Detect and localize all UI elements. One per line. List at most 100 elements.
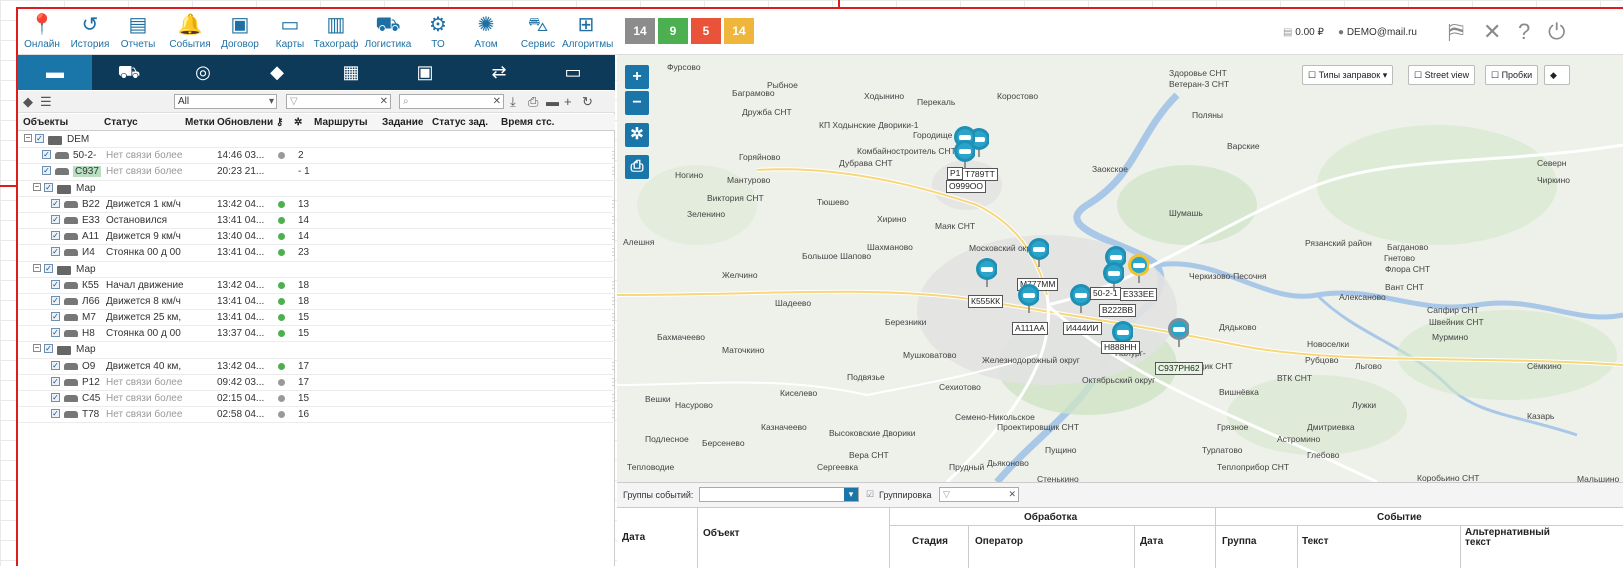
vehicle-plate-label[interactable]: И444ИИ: [1063, 322, 1102, 335]
col-marks[interactable]: Метки: [185, 117, 215, 128]
table-row[interactable]: ✓ C937 Нет связи более 20:23 21... - 1 ⋮: [18, 164, 618, 181]
nav-report[interactable]: ▤ Отчеты: [114, 11, 162, 53]
checkbox[interactable]: ✓: [51, 376, 60, 386]
collapse-icon[interactable]: −: [33, 182, 41, 191]
status-counter[interactable]: 5: [691, 18, 721, 44]
tab-device-icon[interactable]: ▣: [388, 55, 462, 90]
table-row[interactable]: ✓ И4 Стоянка 00 д 00 13:41 04... 23 ⋮: [18, 245, 618, 262]
checkbox[interactable]: ✓: [51, 312, 60, 322]
refresh-icon[interactable]: ↻: [582, 94, 593, 110]
col-task[interactable]: Задание: [382, 117, 423, 128]
table-row[interactable]: ✓ М7 Движется 25 км, 13:41 04... 15 ⋮: [18, 310, 618, 327]
vehicle-marker-icon[interactable]: [1167, 317, 1189, 347]
zoom-out-button[interactable]: −: [625, 91, 649, 115]
print-icon[interactable]: ⎙: [528, 94, 538, 110]
checkbox[interactable]: ✓: [44, 344, 53, 354]
user-account[interactable]: ● DEMO@mail.ru: [1338, 27, 1417, 38]
checkbox[interactable]: ✓: [44, 182, 53, 192]
vehicle-plate-label[interactable]: В222ВВ: [1099, 304, 1137, 317]
col-status[interactable]: Статус: [104, 117, 138, 128]
vehicle-marker-icon[interactable]: [1127, 253, 1149, 283]
tools-icon[interactable]: ✕: [1483, 19, 1501, 45]
col-key-icon[interactable]: ⚷: [276, 117, 283, 128]
nav-wallet[interactable]: ▣ Договор: [216, 11, 264, 53]
vehicle-marker-icon[interactable]: [953, 139, 975, 169]
nav-car-service[interactable]: ⚙ ТО: [414, 11, 462, 53]
checkbox[interactable]: ✓: [51, 279, 60, 289]
menu-icon[interactable]: ☰: [40, 94, 52, 110]
col-satellite-icon[interactable]: ✲: [294, 117, 302, 128]
tab-tanker-icon[interactable]: ⛟: [92, 55, 166, 90]
col-event-date[interactable]: Дата: [622, 532, 645, 543]
street-view-checkbox[interactable]: ☐ Street view: [1408, 65, 1476, 85]
table-row[interactable]: ✓ 50-2- Нет связи более 14:46 03... 2 ⋮: [18, 148, 618, 165]
vehicle-plate-label[interactable]: Н888НН: [1101, 341, 1140, 354]
vehicle-plate-label[interactable]: О999ОО: [946, 180, 987, 193]
checkbox[interactable]: ✓: [51, 198, 60, 208]
vehicle-marker-icon[interactable]: [1102, 261, 1124, 291]
nav-bell[interactable]: 🔔 События: [166, 11, 214, 53]
nav-history[interactable]: ↺ История: [66, 11, 114, 53]
col-alt-text[interactable]: Альтернативный текст: [1465, 528, 1575, 548]
nav-card[interactable]: ▭ Карты: [266, 11, 314, 53]
events-filter-input[interactable]: ▽ ✕: [939, 487, 1019, 502]
traffic-checkbox[interactable]: ☐ Пробки: [1485, 65, 1539, 85]
nav-tachograph[interactable]: ▥ Тахограф: [312, 11, 360, 53]
col-objects[interactable]: Объекты: [23, 117, 68, 128]
col-updated[interactable]: Обновление: [217, 117, 273, 128]
col-event-group[interactable]: Группа: [1222, 536, 1256, 547]
tab-layers-icon[interactable]: ◆: [240, 55, 314, 90]
tab-calendar-icon[interactable]: ▦: [314, 55, 388, 90]
tab-routes-icon[interactable]: ⇄: [462, 55, 536, 90]
tab-steering-wheel-icon[interactable]: ◎: [166, 55, 240, 90]
tab-bus-icon[interactable]: ▭: [536, 55, 610, 90]
vehicle-marker-icon[interactable]: [1017, 283, 1039, 313]
vehicle-marker-icon[interactable]: [975, 257, 997, 287]
vehicle-plate-label[interactable]: С937РН62: [1155, 362, 1203, 375]
checkbox[interactable]: ✓: [35, 134, 44, 143]
status-counter[interactable]: 9: [658, 18, 688, 44]
fuel-types-checkbox[interactable]: ☐ Типы заправок ▾: [1302, 65, 1394, 85]
download-icon[interactable]: ⤓: [510, 94, 516, 110]
col-event-object[interactable]: Объект: [703, 528, 740, 539]
vehicle-marker-icon[interactable]: [1069, 283, 1091, 313]
help-icon[interactable]: ?: [1518, 19, 1530, 45]
col-task-status[interactable]: Статус зад.: [432, 117, 488, 128]
table-row[interactable]: ✓ О9 Движется 40 км, 13:42 04... 17 ⋮: [18, 359, 618, 375]
vehicle-plate-label[interactable]: Е333ЕЕ: [1120, 288, 1158, 301]
status-counter[interactable]: 14: [625, 18, 655, 44]
vehicle-plate-label[interactable]: А111АА: [1012, 322, 1048, 335]
status-filter-input[interactable]: ▽ ✕: [286, 94, 391, 109]
nav-truck[interactable]: ⛟ Логистика: [364, 11, 412, 53]
group-filter-select[interactable]: All ▾: [174, 94, 277, 109]
checkbox[interactable]: ✓: [42, 166, 51, 176]
collapse-icon[interactable]: −: [33, 263, 41, 272]
nav-atom[interactable]: ✺ Атом: [462, 11, 510, 53]
clear-filter-icon[interactable]: ✕: [1008, 488, 1016, 501]
collapse-icon[interactable]: −: [24, 134, 32, 142]
vehicle-marker-icon[interactable]: [1027, 237, 1049, 267]
layers-button[interactable]: ◆: [1544, 65, 1570, 85]
table-row[interactable]: ✓ Л66 Движется 8 км/ч 13:41 04... 18 ⋮: [18, 294, 618, 311]
map-print-button[interactable]: ⎙: [625, 155, 649, 179]
power-icon[interactable]: ⏻: [1548, 19, 1565, 45]
table-row[interactable]: ✓ К55 Начал движение 13:42 04... 18 ⋮: [18, 278, 618, 294]
pin-filter-icon[interactable]: ◆: [23, 94, 33, 110]
col-routes[interactable]: Маршруты: [314, 117, 368, 128]
col-stay-time[interactable]: Время стс.: [501, 117, 554, 128]
map-book-icon[interactable]: ⛿: [1448, 19, 1464, 45]
checkbox[interactable]: ✓: [51, 409, 60, 419]
balance[interactable]: ▤ 0.00 ₽: [1283, 27, 1324, 38]
search-input[interactable]: ⌕ ✕: [399, 94, 504, 109]
add-icon[interactable]: +: [564, 94, 572, 109]
folder-icon[interactable]: ▬: [546, 94, 559, 109]
table-row[interactable]: ✓ Е33 Остановился 13:41 04... 14 ⋮: [18, 213, 618, 230]
checkbox[interactable]: ✓: [51, 214, 60, 224]
event-groups-select[interactable]: ▾: [699, 487, 859, 502]
nav-car[interactable]: ⛍ Сервис: [514, 11, 562, 53]
grouping-checkbox[interactable]: ☑: [866, 489, 874, 500]
col-stage[interactable]: Стадия: [912, 536, 948, 547]
group-row[interactable]: − ✓ Мар: [18, 181, 615, 197]
table-row[interactable]: ✓ Н8 Стоянка 00 д 00 13:37 04... 15 ⋮: [18, 326, 618, 343]
vehicle-plate-label[interactable]: К555КК: [968, 295, 1004, 308]
